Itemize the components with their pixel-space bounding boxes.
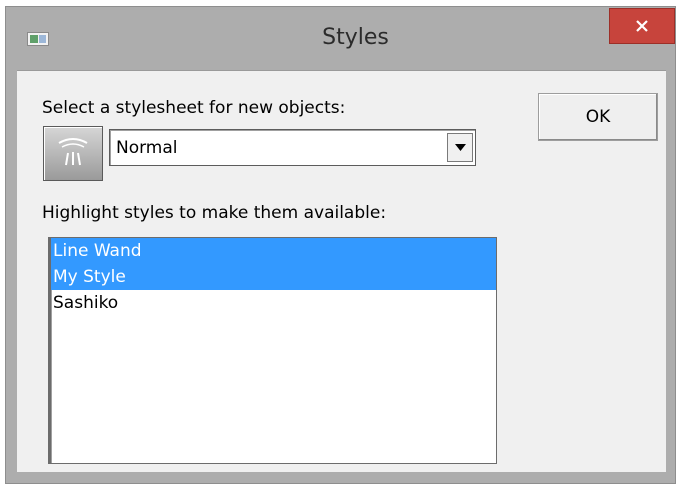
stylesheet-selected-value: Normal (116, 138, 178, 158)
title-bar[interactable]: Styles (6, 7, 675, 70)
style-brush-icon (58, 137, 88, 165)
dropdown-arrow-button[interactable] (447, 133, 473, 162)
styles-dialog-window: Styles Select a stylesheet for new objec… (5, 6, 676, 484)
stylesheet-dropdown[interactable]: Normal (109, 129, 476, 166)
window-title: Styles (322, 25, 389, 50)
highlight-styles-label: Highlight styles to make them available: (42, 203, 387, 223)
ok-button[interactable]: OK (538, 93, 658, 141)
list-item[interactable]: My Style (51, 264, 496, 290)
list-item[interactable]: Line Wand (51, 238, 496, 264)
list-item[interactable]: Sashiko (51, 290, 496, 316)
dialog-client-area: Select a stylesheet for new objects: Nor… (17, 70, 666, 472)
stylesheet-icon-button[interactable] (43, 126, 103, 181)
close-button[interactable] (609, 8, 675, 44)
close-icon (636, 20, 648, 32)
chevron-down-icon (454, 144, 466, 151)
stylesheet-label: Select a stylesheet for new objects: (42, 98, 346, 118)
styles-listbox[interactable]: Line Wand My Style Sashiko (48, 237, 497, 464)
